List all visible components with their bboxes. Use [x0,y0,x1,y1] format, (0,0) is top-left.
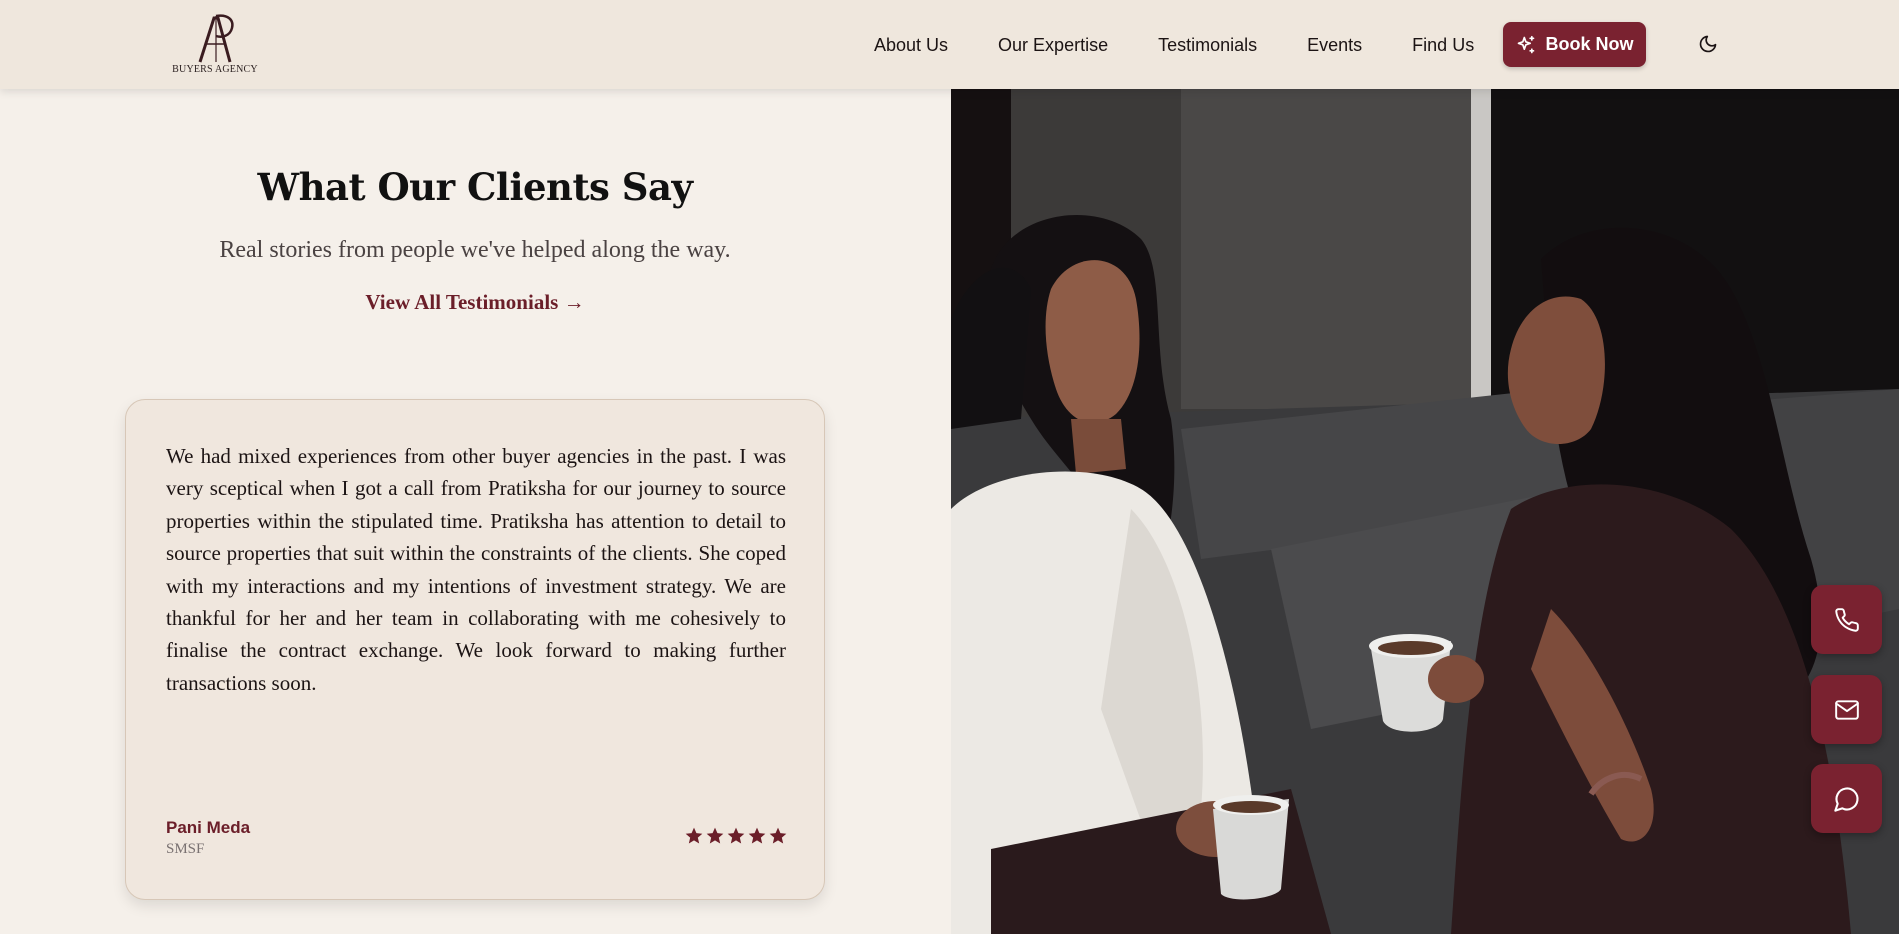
testimonial-role: SMSF [166,841,205,857]
testimonial-quote: We had mixed experiences from other buye… [166,444,786,695]
book-now-button[interactable]: Book Now [1503,22,1646,67]
section-subtitle: Real stories from people we've helped al… [219,237,731,263]
star-icon [706,827,724,844]
main-nav: About Us Our Expertise Testimonials Even… [860,22,1524,68]
section-title: What Our Clients Say [257,165,693,209]
clients-photo [951,89,1899,934]
logo-text: BUYERS AGENCY [172,64,258,75]
book-now-label: Book Now [1545,34,1634,54]
view-all-testimonials-link[interactable]: View All Testimonials → [0,290,950,315]
logo[interactable]: BUYERS AGENCY [170,12,260,78]
sparkle-icon [1516,35,1536,55]
site-header: BUYERS AGENCY About Us Our Expertise Tes… [0,0,1899,89]
nav-our-expertise[interactable]: Our Expertise [998,35,1108,56]
photo-illustration [951,89,1899,934]
phone-icon [1834,607,1859,632]
mail-icon [1834,699,1859,720]
chat-button[interactable] [1811,764,1882,833]
nav-about-us[interactable]: About Us [874,35,948,56]
star-icon [769,827,787,844]
rating-stars [684,826,788,846]
star-icon [685,827,703,844]
nav-events[interactable]: Events [1307,35,1362,56]
chat-icon [1833,786,1859,812]
moon-icon[interactable] [1696,32,1720,56]
mail-button[interactable] [1811,675,1882,744]
testimonial-card: We had mixed experiences from other buye… [125,399,825,900]
phone-button[interactable] [1811,585,1882,654]
star-icon [748,827,766,844]
logo-mark-icon [198,14,234,63]
nav-testimonials[interactable]: Testimonials [1158,35,1257,56]
testimonial-author: Pani Meda [166,818,251,837]
star-icon [727,827,745,844]
nav-find-us[interactable]: Find Us [1412,35,1474,56]
